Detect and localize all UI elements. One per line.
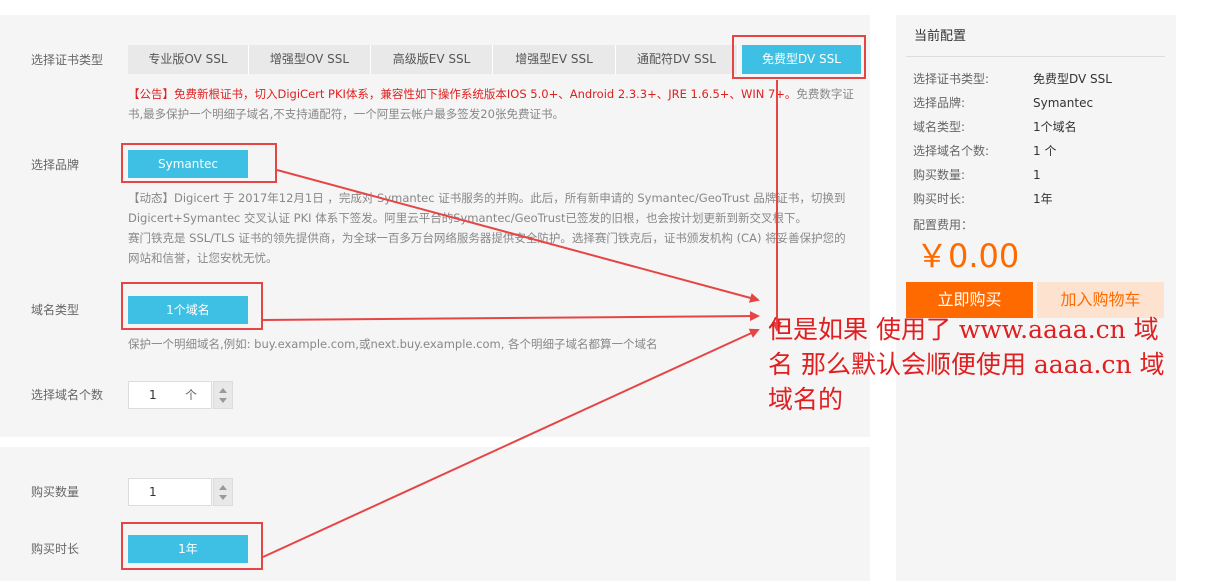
domain-count-input[interactable]: 1 个 bbox=[128, 381, 212, 409]
summary-row-label: 选择品牌: bbox=[913, 96, 966, 110]
summary-row-label: 选择域名个数: bbox=[913, 144, 990, 158]
summary-divider bbox=[906, 56, 1165, 57]
tab-wildcard-dv[interactable]: 通配符DV SSL bbox=[616, 45, 738, 74]
summary-row-value: Symantec bbox=[1033, 96, 1094, 110]
domain-type-label: 域名类型 bbox=[31, 303, 80, 317]
summary-row: 选择品牌: Symantec bbox=[913, 95, 1093, 111]
annotation-text: 但是如果 使用了 www.aaaa.cn 域 名 那么默认会顺便使用 aaaa.… bbox=[768, 312, 1205, 417]
qty-label: 购买数量 bbox=[31, 485, 80, 499]
summary-row: 选择域名个数: 1 个 bbox=[913, 143, 1056, 159]
tab-enhanced-ev[interactable]: 增强型EV SSL bbox=[493, 45, 616, 74]
spinner-up-icon[interactable] bbox=[219, 485, 227, 490]
highlight-brand bbox=[121, 143, 277, 183]
summary-row-value: 1个域名 bbox=[1033, 120, 1077, 134]
cert-type-label: 选择证书类型 bbox=[31, 53, 104, 67]
annotation-line-2: 名 那么默认会顺便使用 aaaa.cn 域 bbox=[768, 350, 1165, 379]
spinner-down-icon[interactable] bbox=[219, 398, 227, 403]
summary-row-label: 域名类型: bbox=[913, 120, 966, 134]
cert-notice-red: 【公告】免费新根证书，切入DigiCert PKI体系，兼容性如下操作系统版本I… bbox=[128, 87, 797, 101]
summary-row: 域名类型: 1个域名 bbox=[913, 119, 1077, 135]
tab-pro-ov[interactable]: 专业版OV SSL bbox=[128, 45, 249, 74]
cert-notice: 【公告】免费新根证书，切入DigiCert PKI体系，兼容性如下操作系统版本I… bbox=[128, 84, 856, 124]
domain-count-spinner[interactable] bbox=[213, 381, 233, 409]
domain-count-unit: 个 bbox=[185, 388, 198, 402]
highlight-free-dv bbox=[732, 35, 866, 79]
spinner-down-icon[interactable] bbox=[219, 495, 227, 500]
brand-note-2: 赛门铁克是 SSL/TLS 证书的领先提供商，为全球一百多万台网络服务器提供安全… bbox=[128, 231, 846, 265]
summary-row-value: 1 个 bbox=[1033, 144, 1057, 158]
summary-row-value: 1年 bbox=[1033, 192, 1053, 206]
tab-advanced-ev[interactable]: 高级版EV SSL bbox=[371, 45, 493, 74]
qty-spinner[interactable] bbox=[213, 478, 233, 506]
annotation-line-1: 但是如果 使用了 www.aaaa.cn 域 bbox=[768, 315, 1159, 344]
summary-row-label: 购买数量: bbox=[913, 168, 966, 182]
summary-row-label: 选择证书类型: bbox=[913, 72, 990, 86]
brand-label: 选择品牌 bbox=[31, 158, 80, 172]
qty-input[interactable]: 1 bbox=[128, 478, 212, 506]
qty-value: 1 bbox=[149, 485, 157, 499]
highlight-duration bbox=[121, 522, 263, 570]
domain-count-value: 1 bbox=[149, 388, 157, 402]
brand-note: 【动态】Digicert 于 2017年12月1日 ，完成对 Symantec … bbox=[128, 188, 856, 268]
summary-row: 选择证书类型: 免费型DV SSL bbox=[913, 71, 1112, 87]
fee-label: 配置费用： bbox=[913, 218, 974, 232]
summary-row-value: 1 bbox=[1033, 168, 1041, 182]
highlight-domain-type bbox=[121, 282, 263, 330]
summary-row-label: 购买时长: bbox=[913, 192, 966, 206]
brand-note-1: 【动态】Digicert 于 2017年12月1日 ，完成对 Symantec … bbox=[128, 191, 846, 225]
price: ￥0.00 bbox=[916, 237, 1020, 275]
domain-type-note: 保护一个明细域名,例如: buy.example.com,或next.buy.e… bbox=[128, 337, 658, 351]
summary-row-value: 免费型DV SSL bbox=[1033, 72, 1112, 86]
tab-enhanced-ov[interactable]: 增强型OV SSL bbox=[249, 45, 371, 74]
spinner-up-icon[interactable] bbox=[219, 388, 227, 393]
annotation-line-3: 域名的 bbox=[768, 385, 844, 414]
summary-title: 当前配置 bbox=[914, 29, 967, 44]
summary-row: 购买数量: 1 bbox=[913, 167, 1041, 183]
summary-row: 购买时长: 1年 bbox=[913, 191, 1053, 207]
domain-count-label: 选择域名个数 bbox=[31, 388, 104, 402]
duration-label: 购买时长 bbox=[31, 542, 80, 556]
